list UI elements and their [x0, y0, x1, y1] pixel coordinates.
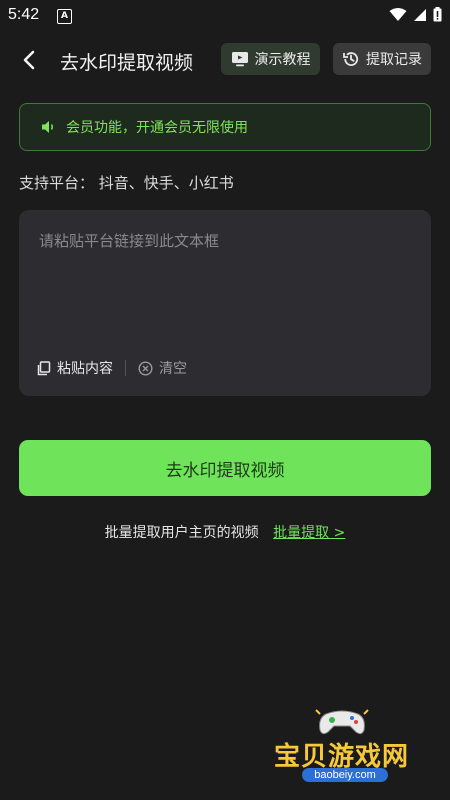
- supported-platforms: 支持平台： 抖音、快手、小红书: [19, 174, 234, 192]
- status-icons: [389, 7, 442, 22]
- link-input-panel: 粘贴内容 清空: [19, 210, 431, 396]
- paste-label: 粘贴内容: [57, 361, 113, 377]
- batch-extract-link[interactable]: 批量提取 >: [273, 525, 345, 541]
- wifi-icon: [389, 7, 407, 21]
- link-textarea[interactable]: [37, 228, 411, 332]
- batch-extract-text: 批量提取用户主页的视频: [104, 525, 259, 541]
- demo-tutorial-button[interactable]: 演示教程: [221, 43, 320, 75]
- extract-record-button[interactable]: 提取记录: [333, 43, 431, 75]
- header: 去水印提取视频 演示教程 提取记录: [0, 40, 450, 82]
- history-icon: [343, 52, 359, 66]
- membership-notice[interactable]: 会员功能，开通会员无限使用: [19, 103, 431, 151]
- status-bar: 5:42 A: [0, 0, 450, 32]
- signal-icon: [414, 8, 426, 21]
- speaker-icon: [42, 121, 53, 133]
- batch-extract-row: 批量提取用户主页的视频 批量提取 >: [0, 522, 450, 542]
- battery-icon: [433, 7, 442, 22]
- app-notification-icon: A: [57, 9, 72, 24]
- gamepad-logo-icon: [315, 709, 369, 735]
- membership-notice-text: 会员功能，开通会员无限使用: [66, 120, 248, 136]
- paste-button[interactable]: 粘贴内容: [37, 358, 113, 378]
- status-time: 5:42: [8, 6, 40, 23]
- clear-button[interactable]: 清空: [138, 358, 187, 378]
- clear-circle-x-icon: [138, 360, 153, 376]
- page-title: 去水印提取视频: [60, 52, 194, 74]
- input-tools: 粘贴内容 清空: [37, 358, 187, 378]
- demo-tutorial-label: 演示教程: [254, 52, 311, 68]
- copy-icon: [37, 360, 51, 375]
- tool-divider: [125, 360, 126, 376]
- watermark-url: baobeiy.com: [302, 768, 388, 782]
- monitor-icon: [231, 52, 248, 67]
- extract-record-label: 提取记录: [366, 52, 422, 68]
- clear-label: 清空: [159, 361, 187, 377]
- site-watermark: 宝贝游戏网 baobeiy.com: [272, 706, 422, 786]
- extract-video-button[interactable]: 去水印提取视频: [19, 440, 431, 496]
- back-arrow-icon[interactable]: [18, 48, 42, 72]
